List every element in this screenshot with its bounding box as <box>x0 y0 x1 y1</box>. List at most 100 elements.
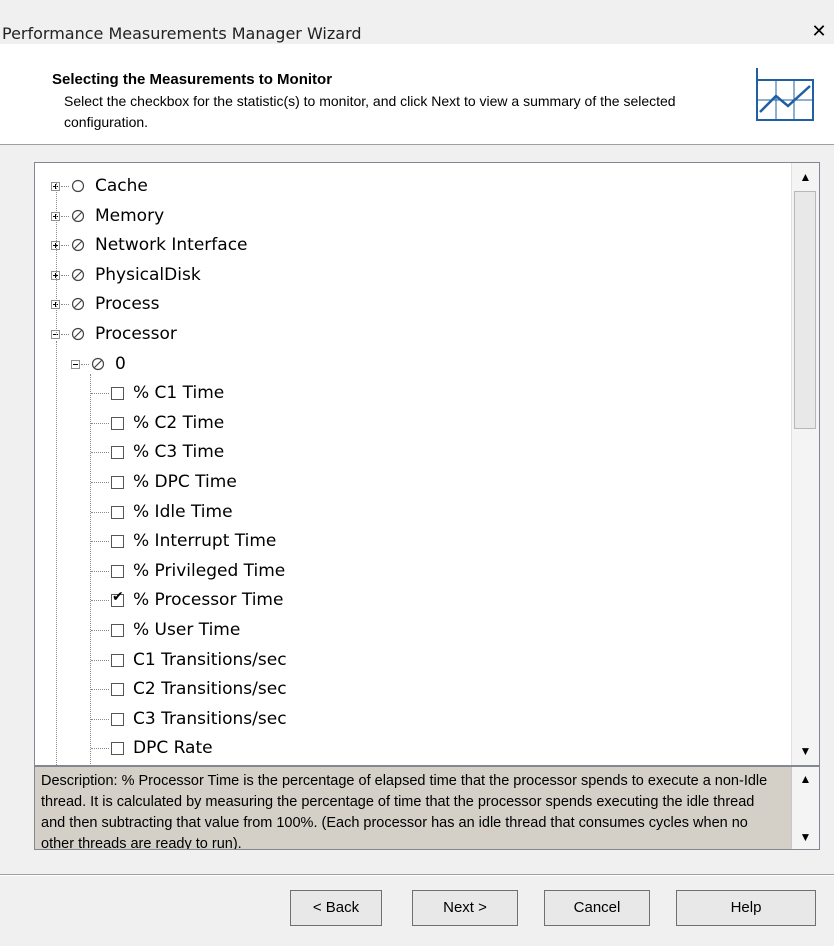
tree-connector <box>61 304 69 306</box>
tree-node-label[interactable]: Memory <box>95 201 164 231</box>
partial-selection-icon[interactable] <box>71 327 85 341</box>
tree-connector <box>61 274 69 276</box>
tree-connector <box>61 215 69 217</box>
tree-connector <box>91 689 109 691</box>
wizard-header: Selecting the Measurements to Monitor Se… <box>0 44 834 145</box>
counter-item[interactable]: % Privileged Time <box>35 556 785 586</box>
counter-item[interactable]: % User Time <box>35 615 785 645</box>
tree-connector <box>91 482 109 483</box>
tree-guide-line <box>56 183 57 335</box>
description-scrollbar[interactable]: ▲ ▼ <box>791 767 819 849</box>
counter-checkbox[interactable] <box>111 624 124 637</box>
tree-node-label[interactable]: Network Interface <box>95 230 248 260</box>
counter-item[interactable]: ✔ % Processor Time <box>35 585 785 615</box>
scroll-down-icon[interactable]: ▼ <box>792 737 819 765</box>
tree-node[interactable]: Processor <box>35 319 785 349</box>
tree-connector <box>81 363 89 365</box>
counter-item[interactable]: C1 Transitions/sec <box>35 645 785 675</box>
counter-label[interactable]: % C3 Time <box>133 437 224 467</box>
counter-checkbox[interactable] <box>111 387 124 401</box>
tree-content: Cache Memory Network Interface PhysicalDisk… <box>35 163 791 765</box>
tree-scrollbar[interactable]: ▲ ▼ <box>791 163 819 765</box>
description-text: Description: % Processor Time is the per… <box>41 773 768 850</box>
counter-label[interactable]: % User Time <box>133 615 240 645</box>
counter-checkbox[interactable] <box>111 505 124 519</box>
tree-node[interactable]: Process <box>35 289 785 319</box>
counter-label[interactable]: % C2 Time <box>133 408 224 438</box>
tree-instance-node[interactable]: 0 <box>35 349 785 379</box>
next-button[interactable]: Next > <box>412 890 518 926</box>
tree-connector <box>91 570 109 572</box>
tree-node-label[interactable]: PhysicalDisk <box>95 260 201 290</box>
unselected-circle-icon[interactable] <box>71 179 85 193</box>
counter-label[interactable]: % Idle Time <box>133 497 233 527</box>
tree-connector <box>91 718 109 720</box>
chart-icon <box>756 68 814 121</box>
checkmark-icon: ✔ <box>112 589 124 606</box>
tree-instance-label[interactable]: 0 <box>115 349 126 379</box>
counter-checkbox[interactable] <box>111 535 124 549</box>
tree-node-label[interactable]: Process <box>95 289 160 319</box>
counter-checkbox[interactable]: ✔ <box>111 590 124 608</box>
counter-label[interactable]: C2 Transitions/sec <box>133 674 287 704</box>
counter-label[interactable]: % C1 Time <box>133 378 224 408</box>
tree-node-label[interactable]: Processor <box>95 319 177 349</box>
title-bar: Performance Measurements Manager Wizard … <box>0 0 834 44</box>
counter-item[interactable]: % C2 Time <box>35 408 785 438</box>
partial-selection-icon[interactable] <box>71 268 85 282</box>
counter-checkbox[interactable] <box>111 683 124 697</box>
partial-selection-icon[interactable] <box>91 357 105 371</box>
description-panel: Description: % Processor Time is the per… <box>34 766 820 850</box>
counter-item[interactable]: % C3 Time <box>35 437 785 467</box>
counter-label[interactable]: C3 Transitions/sec <box>133 704 287 734</box>
counter-checkbox[interactable] <box>111 564 124 578</box>
footer-divider <box>0 874 834 876</box>
help-button[interactable]: Help <box>676 890 816 926</box>
close-icon[interactable]: ✕ <box>808 22 830 42</box>
window-title: Performance Measurements Manager Wizard <box>2 24 362 43</box>
scroll-thumb[interactable] <box>794 191 816 429</box>
counter-item[interactable]: % DPC Time <box>35 467 785 497</box>
tree-node-label[interactable]: Cache <box>95 171 148 201</box>
counter-item[interactable]: % Idle Time <box>35 497 785 527</box>
tree-connector <box>91 541 109 543</box>
counter-checkbox[interactable] <box>111 446 124 460</box>
counter-checkbox[interactable] <box>111 416 124 430</box>
tree-node[interactable]: Cache <box>35 171 785 201</box>
tree-connector <box>91 393 109 395</box>
tree-connector <box>91 659 109 661</box>
tree-connector <box>61 186 69 187</box>
desc-scroll-up-icon[interactable]: ▲ <box>792 767 819 791</box>
counter-checkbox[interactable] <box>111 742 124 756</box>
tree-connector <box>91 600 109 602</box>
partial-selection-icon[interactable] <box>71 209 85 223</box>
scroll-up-icon[interactable]: ▲ <box>792 163 819 191</box>
counter-label[interactable]: % Interrupt Time <box>133 526 276 556</box>
tree-node[interactable]: PhysicalDisk <box>35 260 785 290</box>
tree-connector <box>91 452 109 454</box>
counter-item[interactable]: C3 Transitions/sec <box>35 704 785 734</box>
cancel-button[interactable]: Cancel <box>544 890 650 926</box>
counter-checkbox[interactable] <box>111 653 124 667</box>
counter-item[interactable]: % C1 Time <box>35 378 785 408</box>
collapse-icon[interactable] <box>71 359 80 369</box>
partial-selection-icon[interactable] <box>71 297 85 311</box>
tree-connector <box>91 630 109 631</box>
counter-checkbox[interactable] <box>111 476 124 489</box>
counter-label[interactable]: DPC Rate <box>133 733 213 763</box>
counter-item[interactable]: C2 Transitions/sec <box>35 674 785 704</box>
counter-label[interactable]: C1 Transitions/sec <box>133 645 287 675</box>
back-button[interactable]: < Back <box>290 890 382 926</box>
partial-selection-icon[interactable] <box>71 238 85 252</box>
counter-checkbox[interactable] <box>111 712 124 726</box>
counter-item[interactable]: DPC Rate <box>35 733 785 763</box>
counter-label[interactable]: % Privileged Time <box>133 556 285 586</box>
desc-scroll-down-icon[interactable]: ▼ <box>792 825 819 849</box>
tree-node[interactable]: Memory <box>35 201 785 231</box>
counter-label[interactable]: % Processor Time <box>133 585 283 615</box>
counter-item[interactable]: % Interrupt Time <box>35 526 785 556</box>
counter-label[interactable]: % DPC Time <box>133 467 237 497</box>
counter-tree[interactable]: Cache Memory Network Interface PhysicalDisk… <box>34 162 820 766</box>
tree-node[interactable]: Network Interface <box>35 230 785 260</box>
page-subtitle: Select the checkbox for the statistic(s)… <box>64 93 676 130</box>
